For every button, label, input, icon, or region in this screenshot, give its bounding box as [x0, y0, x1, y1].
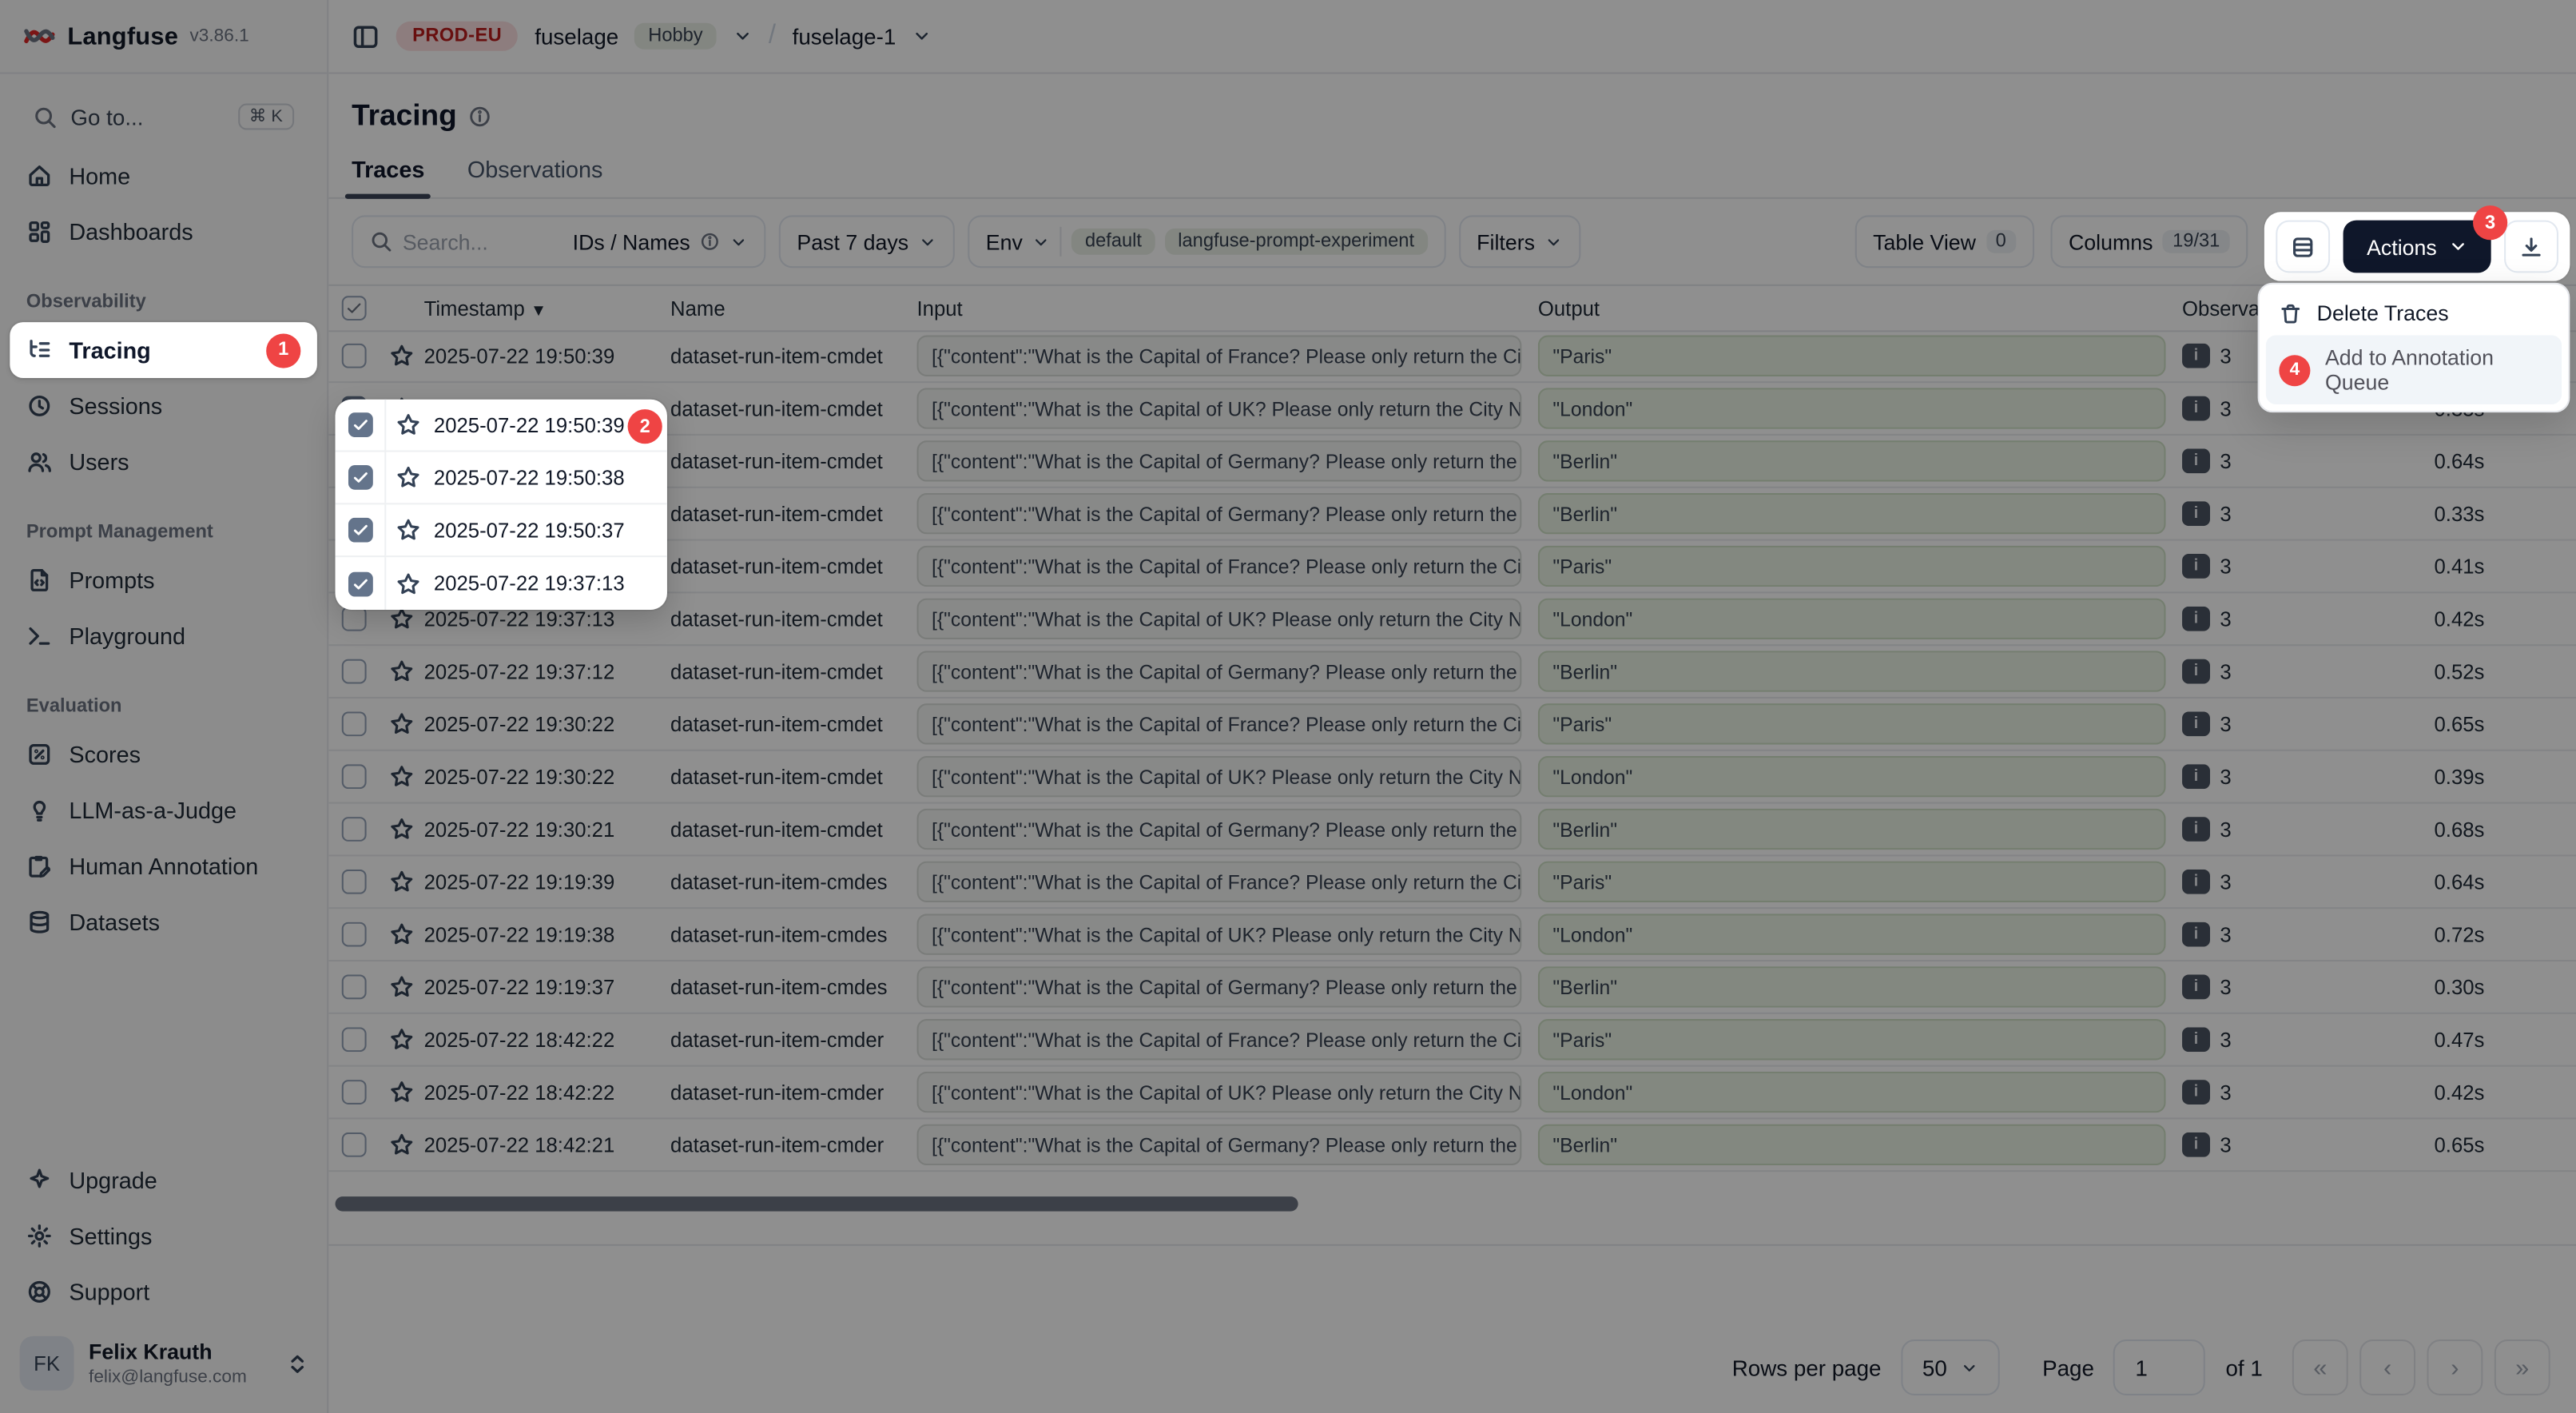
chevron-down-icon	[2448, 237, 2468, 257]
star-icon[interactable]	[396, 412, 420, 437]
app-window: Langfuse v3.86.1 Go to... ⌘ K Home Dashb…	[0, 0, 2576, 1413]
menu-item-add-to-annotation-queue[interactable]: 4 Add to Annotation Queue	[2266, 336, 2562, 404]
star-icon[interactable]	[396, 465, 420, 490]
sidebar-item-tracing[interactable]: Tracing 1	[10, 322, 317, 378]
tour-step-1-badge: 1	[266, 332, 300, 367]
selected-row-highlight[interactable]: 2025-07-22 19:50:39	[336, 400, 667, 452]
selected-row-highlight[interactable]: 2025-07-22 19:50:38	[336, 452, 667, 505]
row-timestamp: 2025-07-22 19:50:37	[431, 519, 667, 542]
export-button[interactable]	[2504, 221, 2558, 273]
selected-row-highlight[interactable]: 2025-07-22 19:50:37	[336, 504, 667, 557]
row-timestamp: 2025-07-22 19:50:39	[431, 413, 667, 436]
row-checkbox[interactable]	[348, 465, 372, 490]
download-icon	[2519, 234, 2544, 259]
row-timestamp: 2025-07-22 19:50:38	[431, 466, 667, 489]
row-checkbox[interactable]	[348, 571, 372, 596]
tour-step-3-badge: 3	[2473, 205, 2507, 240]
selected-rows-spotlight: 2 2025-07-22 19:50:39 2025-07-22 19:50:3…	[336, 400, 667, 610]
row-height-icon	[2292, 234, 2316, 259]
actions-dropdown-menu: Delete Traces 4 Add to Annotation Queue	[2258, 283, 2570, 412]
tour-step-4-badge: 4	[2279, 354, 2310, 385]
tour-dim-overlay	[0, 0, 2576, 1413]
row-timestamp: 2025-07-22 19:37:13	[431, 572, 667, 595]
menu-item-delete-traces[interactable]: Delete Traces	[2266, 291, 2562, 336]
actions-spotlight: Actions 3	[2265, 212, 2570, 281]
actions-button[interactable]: Actions 3	[2343, 221, 2491, 273]
row-checkbox[interactable]	[348, 518, 372, 543]
row-height-button[interactable]	[2276, 221, 2331, 273]
row-checkbox[interactable]	[348, 412, 372, 437]
tracing-icon	[26, 337, 53, 364]
sidebar-item-label: Tracing	[69, 337, 150, 364]
selected-row-highlight[interactable]: 2025-07-22 19:37:13	[336, 557, 667, 610]
trash-icon	[2279, 301, 2302, 324]
star-icon[interactable]	[396, 518, 420, 543]
star-icon[interactable]	[396, 571, 420, 596]
